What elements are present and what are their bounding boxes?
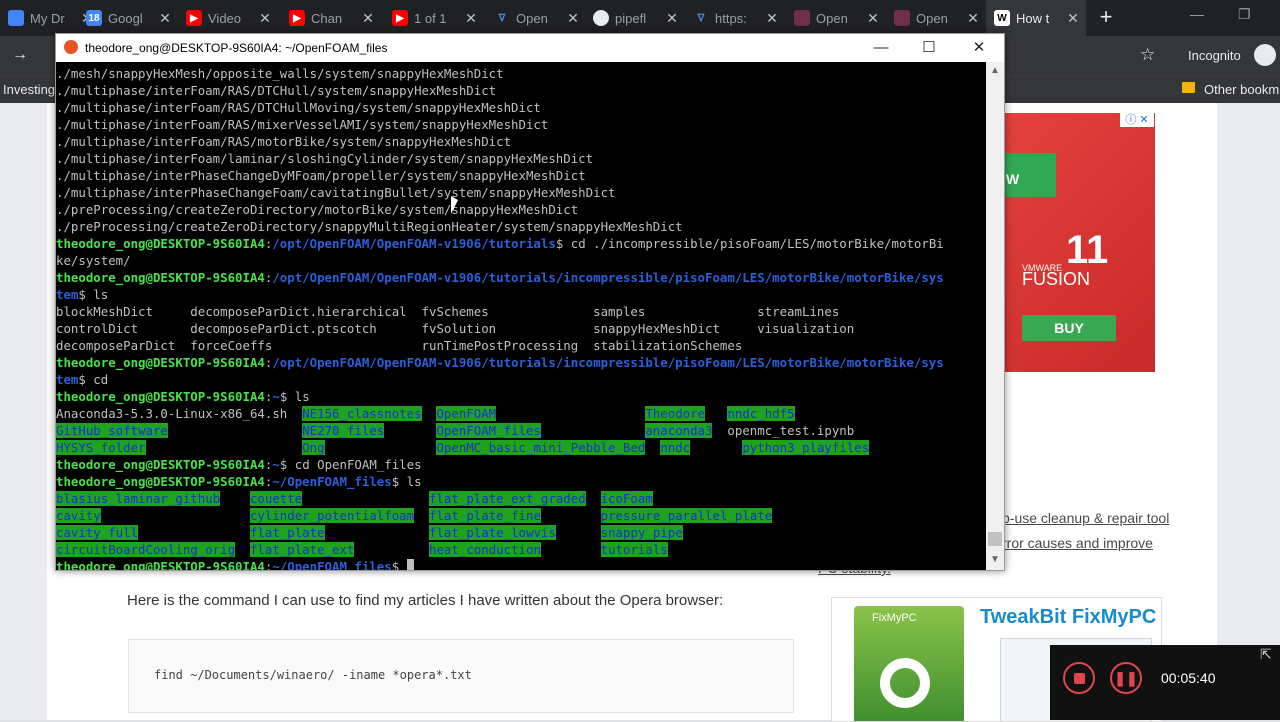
incognito-label[interactable]: Incognito bbox=[1188, 48, 1241, 63]
calendar-icon: 18 bbox=[86, 10, 102, 26]
tab-google-calendar[interactable]: 18 Googl ✕ bbox=[78, 0, 178, 36]
article-paragraph: Here is the command I can use to find my… bbox=[127, 592, 724, 609]
pause-recording-button[interactable]: ❚❚ bbox=[1110, 662, 1142, 694]
terminal-window[interactable]: theodore_ong@DESKTOP-9S60IA4: ~/OpenFOAM… bbox=[55, 33, 1005, 571]
ad-buy-button[interactable]: BUY bbox=[1022, 315, 1116, 341]
scroll-thumb[interactable] bbox=[988, 532, 1002, 546]
close-tab-icon[interactable]: ✕ bbox=[663, 10, 681, 27]
ad-title: TweakBit FixMyPC bbox=[980, 606, 1157, 628]
youtube-icon: ▶ bbox=[392, 10, 408, 26]
grid-icon bbox=[794, 10, 810, 26]
github-icon bbox=[593, 10, 609, 26]
ad-tag: W bbox=[1004, 153, 1056, 197]
mouse-cursor-icon bbox=[451, 196, 458, 214]
tab-openfoam-1[interactable]: ∇ Open ✕ bbox=[486, 0, 586, 36]
stop-recording-button[interactable] bbox=[1063, 662, 1095, 694]
tab-open-grid-1[interactable]: Open ✕ bbox=[786, 0, 886, 36]
recording-timer: 00:05:40 bbox=[1161, 670, 1216, 686]
terminal-titlebar[interactable]: theodore_ong@DESKTOP-9S60IA4: ~/OpenFOAM… bbox=[56, 34, 1004, 62]
code-command: find ~/Documents/winaero/ -iname *opera*… bbox=[154, 668, 472, 682]
close-tab-icon[interactable]: ✕ bbox=[1064, 10, 1082, 27]
openfoam-icon: ∇ bbox=[697, 12, 705, 24]
bookmark-other[interactable]: Other bookm bbox=[1204, 82, 1279, 97]
close-tab-icon[interactable]: ✕ bbox=[462, 10, 480, 27]
youtube-icon: ▶ bbox=[289, 10, 305, 26]
ad-product: FUSION bbox=[1022, 269, 1091, 289]
minimize-icon[interactable]: — bbox=[1190, 6, 1204, 22]
stop-icon bbox=[1073, 672, 1085, 684]
tab-youtube-video[interactable]: ▶ Video ✕ bbox=[178, 0, 278, 36]
tab-youtube-channel[interactable]: ▶ Chan ✕ bbox=[281, 0, 381, 36]
tab-youtube-playlist[interactable]: ▶ 1 of 1 ✕ bbox=[384, 0, 484, 36]
close-tab-icon[interactable]: ✕ bbox=[256, 10, 274, 27]
product-box-label: FixMyPC bbox=[872, 612, 917, 624]
youtube-icon: ▶ bbox=[186, 10, 202, 26]
tab-winaero-how[interactable]: W How t ✕ bbox=[986, 0, 1086, 36]
terminal-output[interactable]: ./mesh/snappyHexMesh/opposite_walls/syst… bbox=[56, 62, 986, 570]
bookmark-star-icon[interactable]: ☆ bbox=[1140, 45, 1155, 65]
terminal-title: theodore_ong@DESKTOP-9S60IA4: ~/OpenFOAM… bbox=[85, 41, 388, 55]
incognito-avatar-icon[interactable] bbox=[1254, 44, 1276, 66]
scroll-down-icon[interactable]: ▼ bbox=[989, 554, 1001, 565]
ad-version: 11 bbox=[1066, 228, 1109, 272]
maximize-button[interactable]: ☐ bbox=[907, 36, 951, 60]
folder-icon bbox=[1182, 82, 1195, 93]
close-tab-icon[interactable]: ✕ bbox=[964, 10, 982, 27]
gear-icon bbox=[880, 658, 930, 708]
expand-icon[interactable]: ⇱ bbox=[1260, 646, 1272, 663]
close-tab-icon[interactable]: ✕ bbox=[359, 10, 377, 27]
drive-icon bbox=[8, 10, 24, 26]
close-tab-icon[interactable]: ✕ bbox=[864, 10, 882, 27]
close-tab-icon[interactable]: ✕ bbox=[763, 10, 781, 27]
side-link-line1[interactable]: p-use cleanup & repair tool bbox=[1002, 510, 1169, 526]
bookmark-investing[interactable]: Investing bbox=[3, 82, 55, 97]
restore-icon[interactable]: ❐ bbox=[1238, 6, 1251, 23]
side-link-line2[interactable]: rror causes and improve bbox=[1002, 535, 1153, 551]
close-button[interactable]: ✕ bbox=[957, 36, 1001, 60]
terminal-text: ./mesh/snappyHexMesh/opposite_walls/syst… bbox=[56, 62, 986, 570]
winaero-icon: W bbox=[994, 10, 1010, 26]
tab-github-pipeflow[interactable]: pipefl ✕ bbox=[585, 0, 685, 36]
browser-tab-bar: My Dr✕ 18 Googl✕ ▶ Video✕ ▶ Chan✕ ▶ 1 of… bbox=[0, 0, 1280, 36]
forward-arrow-icon[interactable]: → bbox=[12, 46, 28, 64]
close-tab-icon[interactable]: ✕ bbox=[156, 10, 174, 27]
grid-icon bbox=[894, 10, 910, 26]
ad-close-icon[interactable]: ⓘ ✕ bbox=[1120, 113, 1154, 127]
vmware-ad[interactable]: ⓘ ✕ W 11 VMWARE FUSION BUY bbox=[1004, 113, 1155, 372]
openfoam-icon: ∇ bbox=[498, 12, 506, 24]
minimize-button[interactable]: — bbox=[859, 36, 903, 60]
close-tab-icon[interactable]: ✕ bbox=[564, 10, 582, 27]
ubuntu-icon bbox=[64, 40, 78, 54]
terminal-scrollbar[interactable]: ▲ ▼ bbox=[986, 62, 1004, 570]
tab-openfoam-https[interactable]: ∇ https: ✕ bbox=[685, 0, 785, 36]
new-tab-button[interactable]: + bbox=[1094, 6, 1118, 30]
scroll-up-icon[interactable]: ▲ bbox=[989, 65, 1001, 76]
tab-open-grid-2[interactable]: Open ✕ bbox=[886, 0, 986, 36]
